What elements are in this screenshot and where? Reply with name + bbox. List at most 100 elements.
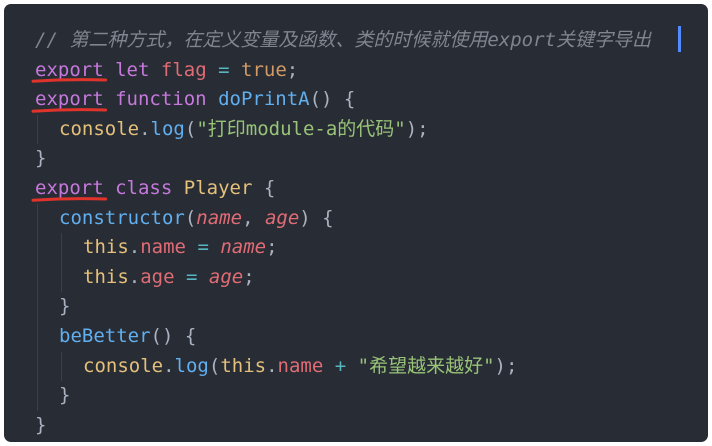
red-underline-annotation — [33, 197, 106, 201]
code-token: . — [128, 236, 141, 259]
code-token: () { — [150, 324, 197, 347]
code-token: , — [242, 206, 265, 229]
code-token: this — [83, 236, 129, 259]
code-token: constructor — [59, 206, 185, 229]
code-token: this — [220, 354, 267, 377]
code-token: console — [59, 117, 140, 140]
code-token: . — [266, 354, 278, 377]
code-token: let — [115, 58, 150, 81]
code-token: beBetter — [59, 324, 151, 347]
indent-guide — [35, 203, 59, 234]
code-line: this.age = age; — [35, 262, 651, 293]
code-token: ( — [184, 206, 197, 229]
code-block[interactable]: // 第二种方式，在定义变量及函数、类的时候就使用export关键字导出 expo… — [35, 26, 651, 440]
code-line: export class Player { — [35, 174, 651, 204]
indent-guide — [35, 381, 59, 411]
indent-guide — [59, 233, 83, 263]
code-token: log — [150, 117, 185, 140]
code-token: ; — [243, 265, 255, 288]
indent-guide — [35, 114, 59, 145]
code-token: ); — [494, 354, 518, 377]
code-line: console.log("打印module-a的代码"); — [35, 114, 651, 145]
code-token: age — [208, 265, 244, 288]
code-token: this — [83, 265, 129, 288]
code-token: } — [59, 384, 71, 407]
code-token: name — [277, 354, 324, 377]
code-token: "打印module-a的代码" — [196, 117, 406, 140]
code-token: () { — [309, 88, 356, 111]
red-underline-annotation — [33, 108, 106, 112]
indent-guide — [35, 321, 59, 352]
code-token: // 第二种方式，在定义变量及函数、类的时候就使用export关键字导出 — [35, 29, 651, 51]
code-token: name — [196, 206, 243, 229]
indent-guide — [35, 233, 59, 263]
code-token: age — [140, 265, 175, 288]
code-line: console.log(this.name + "希望越来越好"); — [35, 351, 651, 382]
code-token: ; — [286, 58, 299, 81]
code-line: // 第二种方式，在定义变量及函数、类的时候就使用export关键字导出 — [35, 26, 651, 56]
code-token: { — [252, 176, 276, 199]
code-token: flag — [160, 58, 207, 81]
code-token: doPrintA — [218, 88, 310, 111]
code-token: } — [35, 413, 47, 436]
indent-guide — [35, 292, 59, 322]
code-token: } — [59, 295, 71, 318]
export-keyword: export — [33, 176, 106, 201]
code-line: constructor(name, age) { — [35, 203, 651, 234]
code-line: beBetter() { — [35, 321, 651, 352]
code-token: name — [140, 236, 186, 259]
code-token: function — [115, 88, 207, 111]
code-line: } — [35, 144, 651, 174]
code-token: . — [128, 265, 141, 288]
code-token: Player — [183, 176, 253, 199]
code-token: log — [174, 354, 209, 377]
indent-guide — [35, 262, 59, 293]
code-line: this.name = name; — [35, 233, 651, 263]
code-token: "希望越来越好" — [357, 354, 495, 377]
code-token: ); — [405, 117, 429, 140]
code-token: ( — [208, 354, 221, 377]
code-token: = — [186, 265, 198, 288]
code-token: . — [139, 117, 151, 140]
export-keyword: export — [33, 58, 106, 82]
code-token: } — [35, 147, 47, 170]
code-line: } — [35, 381, 651, 411]
code-token: age — [264, 206, 300, 229]
indent-guide — [59, 351, 83, 382]
text-cursor — [678, 26, 681, 52]
code-token: ; — [266, 236, 278, 259]
indent-guide — [35, 351, 59, 382]
code-token: . — [163, 354, 175, 377]
code-token: class — [115, 176, 173, 199]
code-token: = — [197, 236, 209, 259]
code-token: ) { — [299, 206, 334, 229]
code-line: } — [35, 292, 651, 322]
export-keyword: export — [33, 88, 106, 112]
code-token: console — [83, 354, 164, 377]
code-editor[interactable]: // 第二种方式，在定义变量及函数、类的时候就使用export关键字导出 expo… — [4, 4, 708, 442]
code-token: true — [241, 58, 287, 81]
indent-guide — [59, 262, 83, 293]
code-line: } — [35, 411, 651, 441]
code-token: = — [218, 58, 230, 81]
code-token: ( — [184, 117, 197, 140]
code-line: export let flag = true; — [35, 56, 651, 86]
code-token: + — [334, 354, 347, 377]
code-line: export function doPrintA() { — [35, 85, 651, 115]
code-token: name — [220, 236, 267, 259]
red-underline-annotation — [33, 78, 106, 82]
